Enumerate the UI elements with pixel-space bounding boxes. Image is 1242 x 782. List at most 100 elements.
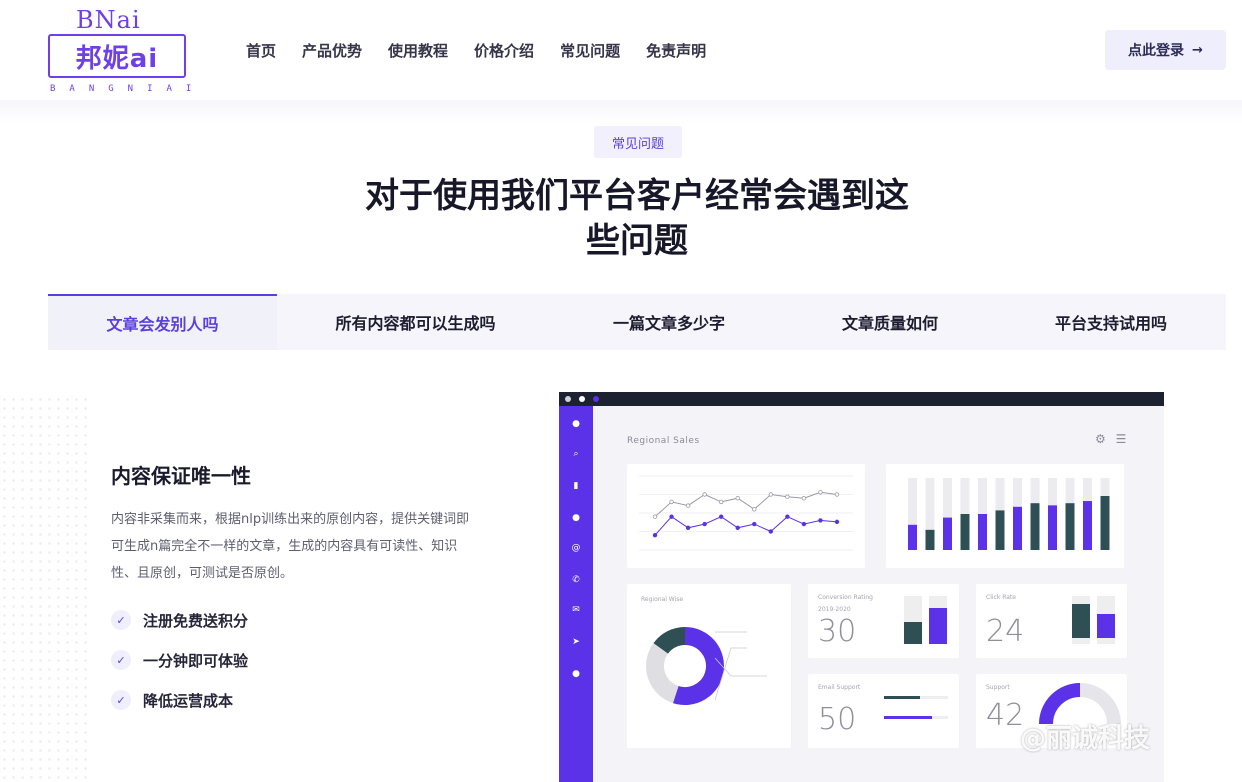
tab-quality[interactable]: 文章质量如何: [784, 294, 996, 350]
check-icon: ✓: [111, 650, 131, 670]
line-chart: [639, 475, 853, 551]
series-point: [818, 490, 823, 495]
bar-chart-icon: ▮: [573, 481, 579, 491]
send-icon: ➤: [572, 637, 580, 647]
card-label: Email Support: [818, 684, 861, 691]
dashboard-sidebar: ● ⌕ ▮ ● @ ✆ ✉ ➤ ●: [559, 406, 593, 782]
tab-all-content[interactable]: 所有内容都可以生成吗: [277, 294, 554, 350]
series-point: [652, 514, 658, 519]
series-point: [818, 518, 823, 523]
logo-box: 邦妮ai: [48, 34, 186, 78]
feature-label: 注册免费送积分: [143, 611, 249, 630]
bar-fill: [929, 608, 947, 644]
window-dot-icon: [565, 396, 571, 402]
mail-icon: ✉: [572, 605, 580, 615]
phone-icon: ✆: [572, 575, 580, 585]
series-point: [702, 492, 707, 497]
series-point: [669, 499, 674, 505]
login-button[interactable]: 点此登录 →: [1105, 30, 1226, 70]
logo-top-text: BNai: [76, 6, 141, 34]
bar-fill: [1097, 614, 1115, 638]
series-point: [785, 514, 790, 519]
card-label: Click Rate: [986, 594, 1016, 601]
bar: [1013, 506, 1022, 550]
click-rate-card: Click Rate 24: [976, 584, 1127, 658]
feature-label: 降低运营成本: [143, 691, 234, 710]
bar-fill: [1072, 604, 1090, 638]
window-dot-icon: [579, 396, 585, 402]
brand-logo[interactable]: BNai 邦妮ai BANGNIAI: [48, 6, 191, 96]
series-point: [801, 521, 807, 527]
bar: [978, 514, 987, 550]
dashboard-icon: ●: [572, 419, 580, 429]
series-point: [718, 499, 724, 505]
site-header: BNai 邦妮ai BANGNIAI 首页 产品优势 使用教程 价格介绍 常见问…: [0, 0, 1242, 100]
tab-article-shared[interactable]: 文章会发别人吗: [48, 294, 277, 350]
check-icon: ✓: [111, 690, 131, 710]
search-icon: ⌕: [573, 449, 579, 459]
window-dot-icon: [593, 396, 599, 402]
series-point: [735, 525, 740, 530]
bar-chart: [908, 478, 1110, 550]
card-sublabel: 2019-2020: [818, 606, 851, 613]
nav-home[interactable]: 首页: [246, 40, 276, 61]
tab-word-count[interactable]: 一篇文章多少字: [554, 294, 784, 350]
nav-tutorial[interactable]: 使用教程: [388, 40, 448, 61]
feature-label: 一分钟即可体验: [143, 651, 249, 670]
bar-track: [904, 596, 922, 644]
bar: [1030, 503, 1040, 550]
series-point: [735, 496, 740, 501]
section-heading-line1: 对于使用我们平台客户经常会遇到这: [365, 176, 909, 216]
watermark: @丽诚科技: [1020, 724, 1151, 754]
series-point: [669, 514, 674, 519]
email-support-value: 50: [818, 702, 857, 737]
series-point: [768, 529, 774, 534]
bar: [995, 510, 1005, 550]
series-point: [834, 492, 840, 497]
bar-track: [1072, 596, 1090, 644]
line-chart-card: [627, 464, 865, 568]
list-item: ✓ 降低运营成本: [111, 680, 248, 720]
section-tag: 常见问题: [594, 126, 682, 158]
logo-sub-text: BANGNIAI: [50, 84, 206, 94]
series-point: [652, 532, 658, 538]
bar-track: [1097, 596, 1115, 644]
series-point: [718, 514, 724, 519]
bar: [1083, 501, 1092, 550]
chat-icon: ●: [572, 513, 580, 523]
bar: [1100, 496, 1110, 550]
at-icon: @: [571, 543, 581, 553]
card-label: Conversion Rating: [818, 594, 873, 601]
series-point: [752, 521, 757, 527]
series-point: [785, 494, 790, 499]
tab-trial[interactable]: 平台支持试用吗: [996, 294, 1226, 350]
dashboard-tools: ⚙ ☰: [1095, 432, 1126, 446]
series-point: [834, 519, 840, 525]
bar: [908, 524, 917, 550]
gear-icon: ⚙: [1095, 432, 1106, 446]
nav-disclaimer[interactable]: 免责声明: [646, 40, 706, 61]
donut-slice: [646, 643, 680, 704]
nav-advantages[interactable]: 产品优势: [302, 40, 362, 61]
series-point: [752, 507, 757, 512]
progress-fill: [884, 696, 920, 699]
card-label: Regional Wise: [641, 596, 684, 603]
bar: [960, 514, 970, 550]
list-item: ✓ 一分钟即可体验: [111, 640, 248, 680]
donut-card: Regional Wise: [627, 584, 791, 748]
decorative-dot-pattern: [0, 395, 90, 782]
content-description: 内容非采集而来，根据nlp训练出来的原创内容，提供关键词即可生成n篇完全不一样的…: [111, 512, 470, 581]
email-support-card: Email Support 50: [808, 674, 959, 748]
nav-pricing[interactable]: 价格介绍: [474, 40, 534, 61]
nav-faq[interactable]: 常见问题: [560, 40, 620, 61]
feature-list: ✓ 注册免费送积分 ✓ 一分钟即可体验 ✓ 降低运营成本: [111, 600, 248, 720]
arrow-right-icon: →: [1192, 42, 1203, 58]
bar-fill: [904, 622, 922, 644]
bar-track: [929, 596, 947, 644]
section-heading-line2: 些问题: [586, 221, 688, 261]
window-titlebar: [559, 392, 1164, 406]
section-heading: 对于使用我们平台客户经常会遇到这 些问题: [321, 174, 953, 264]
dashboard-title: Regional Sales: [627, 436, 700, 446]
list-item: ✓ 注册免费送积分: [111, 600, 248, 640]
faq-tabs: 文章会发别人吗 所有内容都可以生成吗 一篇文章多少字 文章质量如何 平台支持试用…: [48, 294, 1226, 350]
